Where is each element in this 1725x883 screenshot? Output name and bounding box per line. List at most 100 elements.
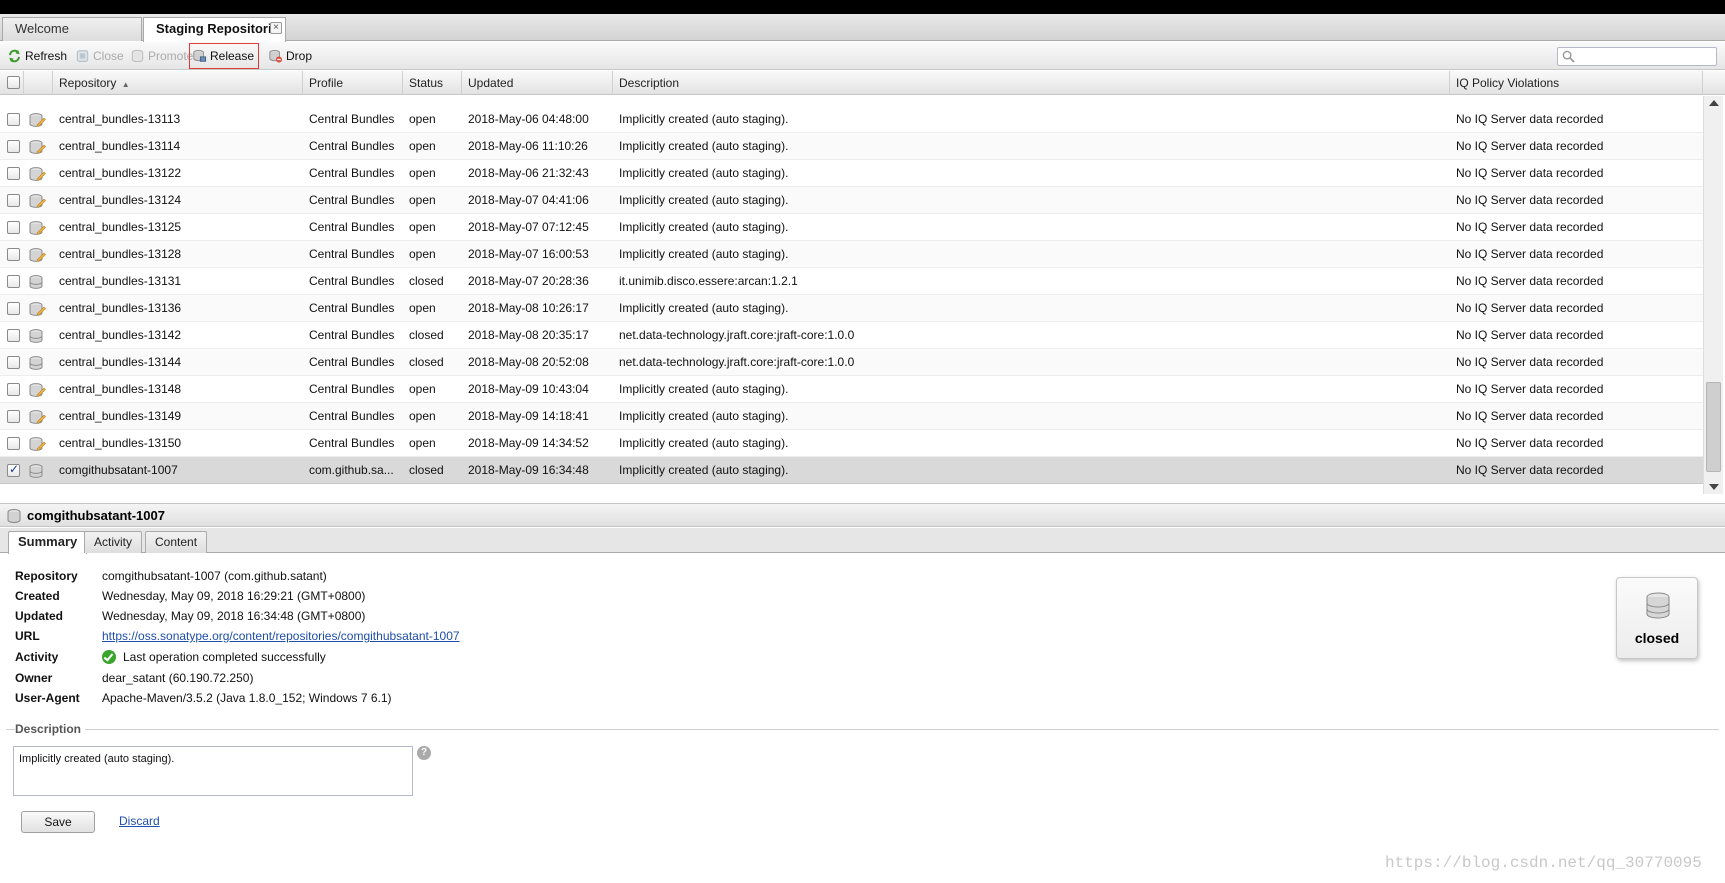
close-icon[interactable]: × (270, 22, 282, 34)
table-row[interactable]: central_bundles-13149 Central Bundles open… (0, 403, 1703, 430)
cell-description: Implicitly created (auto staging). (619, 301, 789, 315)
cell-repository: central_bundles-13128 (59, 247, 182, 261)
cell-profile: Central Bundles (309, 247, 395, 261)
repository-closed-icon (28, 274, 46, 290)
sort-asc-icon: ▲ (121, 80, 130, 89)
tab-welcome[interactable]: Welcome (2, 17, 142, 41)
tab-staging-repositories[interactable]: Staging Repositori × (143, 17, 286, 42)
cell-iq: No IQ Server data recorded (1456, 382, 1604, 396)
repository-open-icon (28, 220, 46, 236)
row-checkbox[interactable] (7, 167, 20, 180)
cell-status: closed (409, 328, 444, 342)
save-button[interactable]: Save (21, 811, 95, 833)
cell-updated: 2018-May-06 21:32:43 (468, 166, 589, 180)
table-row[interactable]: central_bundles-13136 Central Bundles open… (0, 295, 1703, 322)
repository-url-link[interactable]: https://oss.sonatype.org/content/reposit… (102, 629, 460, 643)
cell-status: open (409, 166, 436, 180)
success-check-icon (102, 650, 116, 664)
table-row[interactable]: central_bundles-13128 Central Bundles open… (0, 241, 1703, 268)
cell-description: net.data-technology.jraft.core:jraft-cor… (619, 355, 855, 369)
scrollbar-thumb[interactable] (1706, 382, 1721, 472)
table-row[interactable]: central_bundles-13131 Central Bundles clos… (0, 268, 1703, 295)
table-row[interactable]: comgithubsatant-1007 com.github.sa... clos… (0, 457, 1703, 484)
detail-tabs: Summary Activity Content (0, 528, 1725, 554)
discard-link[interactable]: Discard (119, 814, 160, 828)
cell-updated: 2018-May-09 10:43:04 (468, 382, 589, 396)
cell-iq: No IQ Server data recorded (1456, 112, 1604, 126)
table-row[interactable]: central_bundles-13125 Central Bundles open… (0, 214, 1703, 241)
column-header-repository[interactable]: Repository ▲ (53, 71, 303, 95)
drop-button[interactable]: Drop (266, 46, 312, 66)
cell-status: closed (409, 355, 444, 369)
row-checkbox[interactable] (7, 113, 20, 126)
grid-scrollbar[interactable] (1703, 96, 1723, 494)
row-checkbox[interactable] (7, 221, 20, 234)
cell-status: closed (409, 274, 444, 288)
updated-value: Wednesday, May 09, 2018 16:34:48 (GMT+08… (102, 609, 366, 623)
column-label: Repository (59, 76, 117, 90)
table-row[interactable]: central_bundles-13113 Central Bundles open… (0, 106, 1703, 133)
table-row[interactable]: central_bundles-13114 Central Bundles open… (0, 133, 1703, 160)
cell-repository: central_bundles-13150 (59, 436, 182, 450)
cell-repository: central_bundles-13114 (59, 139, 181, 153)
column-header-status[interactable]: Status (403, 71, 462, 95)
created-value: Wednesday, May 09, 2018 16:29:21 (GMT+08… (102, 589, 366, 603)
tab-summary[interactable]: Summary (8, 531, 88, 554)
column-header-profile[interactable]: Profile (303, 71, 403, 95)
table-row[interactable]: central_bundles-13150 Central Bundles open… (0, 430, 1703, 457)
column-header-iq-policy-violations[interactable]: IQ Policy Violations (1450, 71, 1703, 95)
cell-status: open (409, 193, 436, 207)
table-row[interactable]: central_bundles-13122 Central Bundles open… (0, 160, 1703, 187)
row-checkbox[interactable] (7, 248, 20, 261)
row-checkbox[interactable] (7, 383, 20, 396)
close-button[interactable]: Close (73, 46, 124, 66)
table-row[interactable]: central_bundles-13148 Central Bundles open… (0, 376, 1703, 403)
tab-content[interactable]: Content (145, 531, 208, 553)
row-checkbox[interactable] (7, 462, 20, 477)
repository-open-icon (28, 247, 46, 263)
cell-description: Implicitly created (auto staging). (619, 112, 789, 126)
cell-status: open (409, 409, 436, 423)
promote-button[interactable]: Promote (128, 46, 193, 66)
tab-label: Content (155, 535, 198, 549)
owner-label: Owner (15, 671, 53, 685)
tab-activity[interactable]: Activity (84, 531, 143, 553)
cell-iq: No IQ Server data recorded (1456, 409, 1604, 423)
cell-repository: comgithubsatant-1007 (59, 463, 178, 477)
created-label: Created (15, 589, 60, 603)
scroll-down-icon[interactable] (1709, 484, 1719, 490)
scroll-up-icon[interactable] (1709, 100, 1719, 106)
detail-title: comgithubsatant-1007 (27, 508, 165, 523)
column-header-updated[interactable]: Updated (462, 71, 613, 95)
table-row[interactable]: central_bundles-13142 Central Bundles clos… (0, 322, 1703, 349)
release-button[interactable]: Release (189, 43, 260, 69)
row-checkbox[interactable] (7, 275, 20, 288)
table-row[interactable]: central_bundles-13124 Central Bundles open… (0, 187, 1703, 214)
promote-icon (131, 49, 144, 63)
search-icon (1562, 50, 1575, 63)
row-checkbox[interactable] (7, 302, 20, 315)
refresh-button[interactable]: Refresh (5, 46, 67, 66)
help-icon[interactable]: ? (417, 746, 431, 760)
row-checkbox[interactable] (7, 437, 20, 450)
table-row[interactable]: central_bundles-13144 Central Bundles clos… (0, 349, 1703, 376)
description-textarea[interactable]: Implicitly created (auto staging). (13, 746, 413, 796)
row-checkbox[interactable] (7, 140, 20, 153)
cell-description: Implicitly created (auto staging). (619, 220, 789, 234)
column-header-description[interactable]: Description (613, 71, 1450, 95)
user-agent-value: Apache-Maven/3.5.2 (Java 1.8.0_152; Wind… (102, 691, 392, 705)
summary-panel: Repository comgithubsatant-1007 (com.git… (0, 554, 1725, 883)
row-checkbox[interactable] (7, 194, 20, 207)
updated-label: Updated (15, 609, 63, 623)
cell-profile: Central Bundles (309, 193, 395, 207)
cell-status: open (409, 301, 436, 315)
select-all-checkbox[interactable] (7, 76, 20, 89)
search-input[interactable] (1557, 47, 1717, 66)
row-checkbox[interactable] (7, 329, 20, 342)
column-label: Profile (309, 76, 344, 90)
column-label: IQ Policy Violations (1456, 76, 1560, 90)
row-checkbox[interactable] (7, 410, 20, 423)
row-checkbox[interactable] (7, 356, 20, 369)
cell-profile: Central Bundles (309, 382, 395, 396)
repository-open-icon (28, 301, 46, 317)
